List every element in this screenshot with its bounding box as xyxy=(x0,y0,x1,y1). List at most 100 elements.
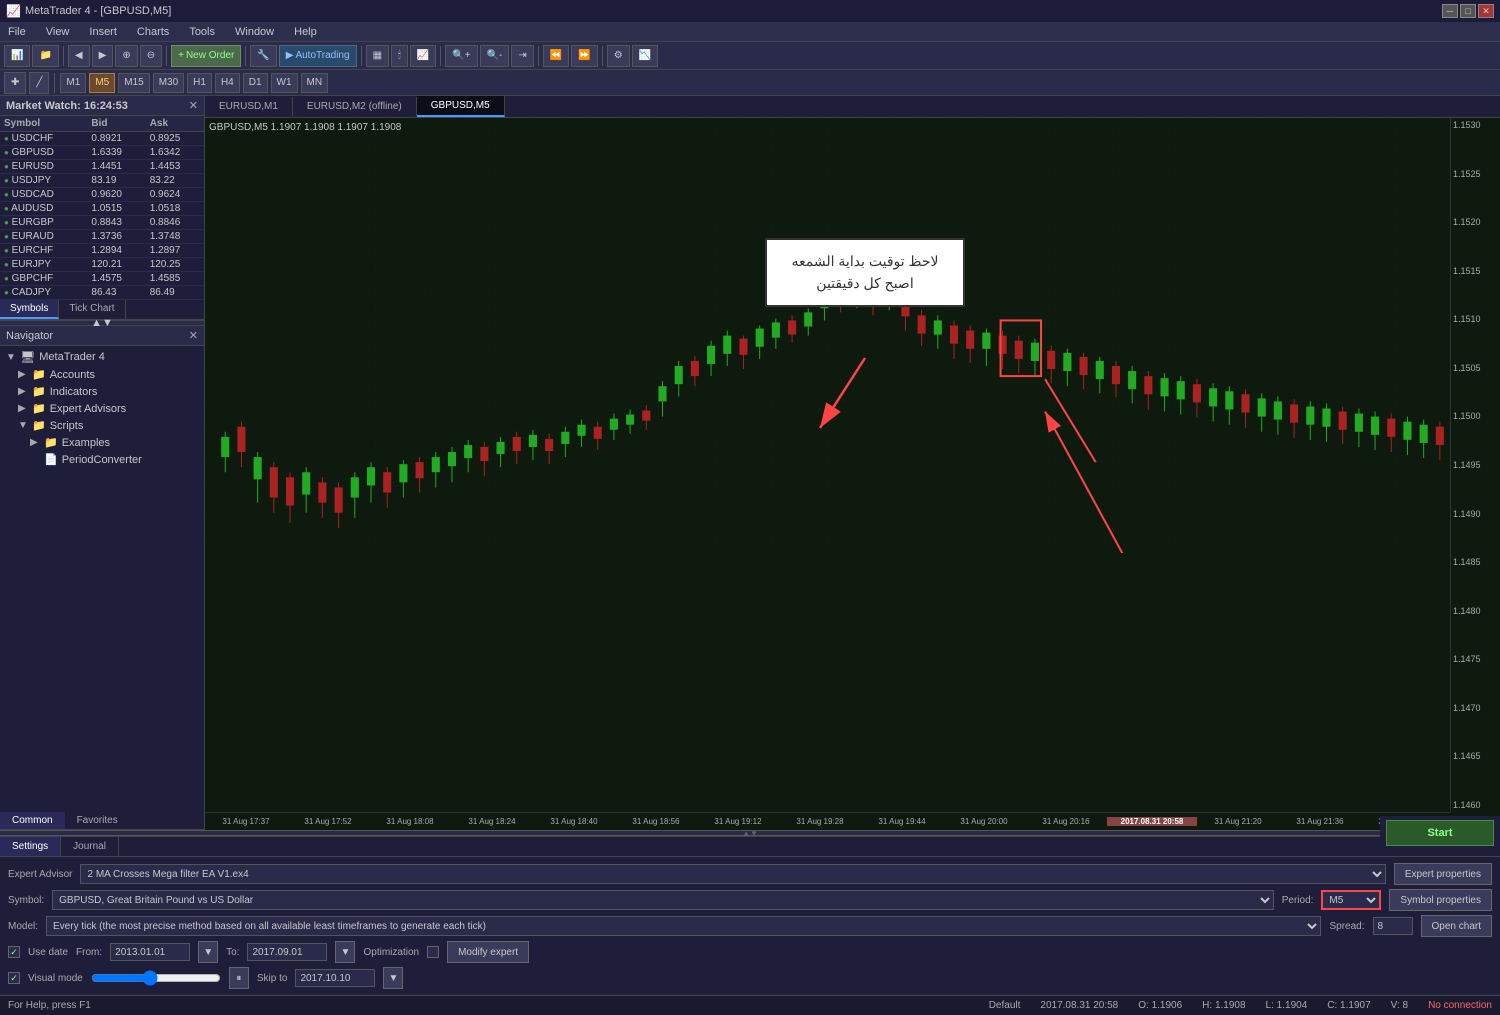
forward-button[interactable]: ▶ xyxy=(92,45,114,67)
st-from-cal-btn[interactable]: ▼ xyxy=(198,941,218,963)
st-symbol-dropdown[interactable]: GBPUSD, Great Britain Pound vs US Dollar xyxy=(52,890,1274,910)
market-watch-row[interactable]: ● EURAUD 1.3736 1.3748 xyxy=(0,230,204,244)
mw-symbol: ● USDJPY xyxy=(0,174,87,188)
new-chart-button[interactable]: 📊 xyxy=(4,45,30,67)
tree-scripts[interactable]: ▼ 📁 Scripts xyxy=(12,417,204,434)
period-m30[interactable]: M30 xyxy=(153,73,184,93)
st-skipto-input[interactable] xyxy=(295,969,375,987)
price-label-0: 1.1530 xyxy=(1453,120,1498,130)
scroll-btn[interactable]: ⇥ xyxy=(511,45,533,67)
st-row-dates: Use date From: ▼ To: ▼ Optimization Modi… xyxy=(8,941,1492,963)
settings-btn[interactable]: ⚙ xyxy=(607,45,630,67)
chart-area: EURUSD,M1 EURUSD,M2 (offline) GBPUSD,M5 … xyxy=(205,96,1500,830)
tree-period-converter[interactable]: ▶ 📄 PeriodConverter xyxy=(24,451,204,468)
menu-window[interactable]: Window xyxy=(231,26,278,38)
zoom-out-button[interactable]: ⊖ xyxy=(140,45,162,67)
st-visual-speed-input[interactable] xyxy=(91,971,221,985)
market-watch-row[interactable]: ● AUDUSD 1.0515 1.0518 xyxy=(0,202,204,216)
line-chart-button[interactable]: 📈 xyxy=(410,45,436,67)
expert-advisor-button[interactable]: 🔧 xyxy=(250,45,276,67)
period-m5[interactable]: M5 xyxy=(89,73,115,93)
back-button[interactable]: ◀ xyxy=(68,45,90,67)
st-skipto-cal-btn[interactable]: ▼ xyxy=(383,967,403,989)
period-h4[interactable]: H4 xyxy=(215,73,240,93)
chart-tab-eurusd-m2[interactable]: EURUSD,M2 (offline) xyxy=(293,97,417,116)
period-w1[interactable]: W1 xyxy=(271,73,298,93)
market-watch-close[interactable]: ✕ xyxy=(189,99,198,112)
tab-symbols[interactable]: Symbols xyxy=(0,300,59,319)
tree-root[interactable]: ▼ 🖥 MetaTrader 4 xyxy=(0,348,204,366)
candle-chart-button[interactable]: 🕯 xyxy=(391,45,408,67)
st-to-cal-btn[interactable]: ▼ xyxy=(335,941,355,963)
title-bar-controls[interactable]: ─ □ ✕ xyxy=(1442,4,1494,18)
market-watch-row[interactable]: ● USDCHF 0.8921 0.8925 xyxy=(0,132,204,146)
st-pause-btn[interactable]: ⏸ xyxy=(229,967,249,989)
tree-accounts[interactable]: ▶ 📁 Accounts xyxy=(12,366,204,383)
period-m15[interactable]: M15 xyxy=(118,73,149,93)
minimize-button[interactable]: ─ xyxy=(1442,4,1458,18)
market-watch-row[interactable]: ● EURUSD 1.4451 1.4453 xyxy=(0,160,204,174)
menu-insert[interactable]: Insert xyxy=(85,26,121,38)
chart-tab-gbpusd-m5[interactable]: GBPUSD,M5 xyxy=(417,96,505,117)
st-tab-journal[interactable]: Journal xyxy=(61,837,119,856)
maximize-button[interactable]: □ xyxy=(1460,4,1476,18)
crosshair-btn[interactable]: ✚ xyxy=(4,72,26,94)
market-watch-row[interactable]: ● EURGBP 0.8843 0.8846 xyxy=(0,216,204,230)
menu-charts[interactable]: Charts xyxy=(133,26,173,38)
market-watch-row[interactable]: ● USDCAD 0.9620 0.9624 xyxy=(0,188,204,202)
tree-indicators[interactable]: ▶ 📁 Indicators xyxy=(12,383,204,400)
menu-file[interactable]: File xyxy=(4,26,30,38)
status-help: For Help, press F1 xyxy=(8,1000,91,1011)
nav-favorites-tab[interactable]: Favorites xyxy=(65,812,130,829)
st-spread-input[interactable] xyxy=(1373,917,1413,935)
st-visual-mode-cb[interactable] xyxy=(8,972,20,984)
rewind-btn[interactable]: ⏪ xyxy=(543,45,569,67)
st-model-dropdown[interactable]: Every tick (the most precise method base… xyxy=(46,916,1321,936)
status-connection: No connection xyxy=(1428,1000,1492,1011)
mw-bid: 1.6339 xyxy=(87,146,145,160)
period-m1[interactable]: M1 xyxy=(60,73,86,93)
new-order-button[interactable]: + New Order xyxy=(171,45,241,67)
st-tab-settings[interactable]: Settings xyxy=(0,837,61,856)
st-to-input[interactable] xyxy=(247,943,327,961)
menu-help[interactable]: Help xyxy=(290,26,321,38)
nav-common-tab[interactable]: Common xyxy=(0,812,65,829)
st-expert-properties-btn[interactable]: Expert properties xyxy=(1394,863,1492,885)
fastfwd-btn[interactable]: ⏩ xyxy=(571,45,597,67)
navigator-close[interactable]: ✕ xyxy=(189,329,198,342)
st-symbol-properties-btn[interactable]: Symbol properties xyxy=(1389,889,1492,911)
st-from-input[interactable] xyxy=(110,943,190,961)
st-optimization-cb[interactable] xyxy=(427,946,439,958)
st-period-dropdown[interactable]: M5 xyxy=(1321,890,1381,910)
st-ea-dropdown[interactable]: 2 MA Crosses Mega filter EA V1.ex4 xyxy=(80,864,1385,884)
chart-btn2[interactable]: 📉 xyxy=(632,45,658,67)
tree-expert-advisors[interactable]: ▶ 📁 Expert Advisors xyxy=(12,400,204,417)
period-h1[interactable]: H1 xyxy=(187,73,212,93)
period-mn[interactable]: MN xyxy=(301,73,329,93)
menu-tools[interactable]: Tools xyxy=(185,26,219,38)
zoom-in-btn2[interactable]: 🔍+ xyxy=(445,45,477,67)
market-watch-row[interactable]: ● USDJPY 83.19 83.22 xyxy=(0,174,204,188)
zoom-out-btn2[interactable]: 🔍- xyxy=(480,45,510,67)
st-modify-expert-btn[interactable]: Modify expert xyxy=(447,941,529,963)
line-btn[interactable]: ╱ xyxy=(29,72,49,94)
x-label-4: 31 Aug 18:40 xyxy=(533,817,615,826)
st-use-date-cb[interactable] xyxy=(8,946,20,958)
period-d1[interactable]: D1 xyxy=(243,73,268,93)
open-button[interactable]: 📁 xyxy=(32,45,58,67)
close-button[interactable]: ✕ xyxy=(1478,4,1494,18)
st-open-chart-btn[interactable]: Open chart xyxy=(1421,915,1492,937)
autotrading-button[interactable]: ▶ AutoTrading xyxy=(279,45,357,67)
market-watch-row[interactable]: ● EURJPY 120.21 120.25 xyxy=(0,258,204,272)
zoom-in-button[interactable]: ⊕ xyxy=(115,45,137,67)
tree-examples[interactable]: ▶ 📁 Examples xyxy=(24,434,204,451)
chart-tab-eurusd-m1[interactable]: EURUSD,M1 xyxy=(205,97,293,116)
st-start-button[interactable]: Start xyxy=(1386,820,1494,846)
bar-chart-button[interactable]: ▦ xyxy=(366,45,389,67)
market-watch-row[interactable]: ● GBPUSD 1.6339 1.6342 xyxy=(0,146,204,160)
mw-symbol: ● GBPCHF xyxy=(0,272,87,286)
menu-view[interactable]: View xyxy=(42,26,74,38)
market-watch-row[interactable]: ● CADJPY 86.43 86.49 xyxy=(0,286,204,300)
market-watch-row[interactable]: ● GBPCHF 1.4575 1.4585 xyxy=(0,272,204,286)
market-watch-row[interactable]: ● EURCHF 1.2894 1.2897 xyxy=(0,244,204,258)
